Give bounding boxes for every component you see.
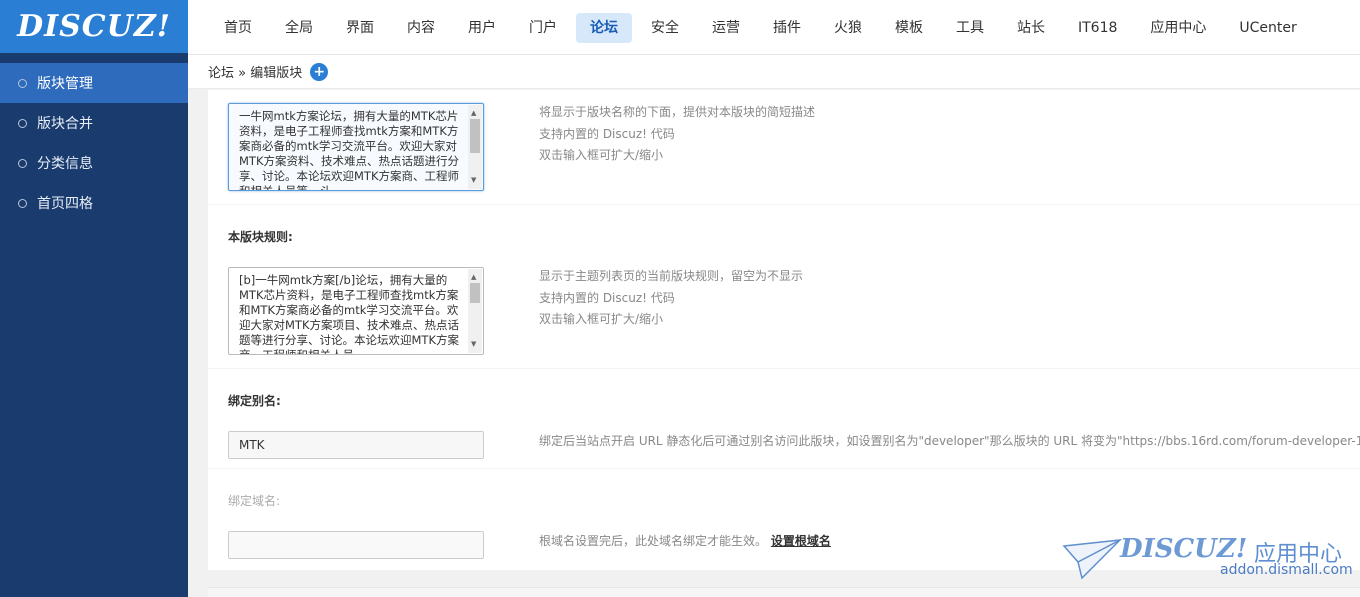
bottom-bar [208, 587, 1360, 597]
textarea-scrollbar[interactable]: ▲ ▼ [468, 269, 482, 353]
breadcrumb-text: 论坛 » 编辑版块 [208, 66, 303, 81]
divider [208, 204, 1360, 205]
nav-tab-portal[interactable]: 门户 [515, 13, 571, 43]
sidebar-item-forum-merge[interactable]: 版块合并 [0, 103, 188, 143]
nav-tab-app-center[interactable]: 应用中心 [1136, 13, 1220, 43]
circle-icon [18, 118, 27, 128]
alias-tip: 绑定后当站点开启 URL 静态化后可通过别名访问此版块，如设置别名为"devel… [539, 434, 1360, 448]
domain-tip: 根域名设置完后，此处域名绑定才能生效。 设置根域名 [539, 534, 831, 548]
nav-tab-it618[interactable]: IT618 [1064, 13, 1131, 43]
textarea-scrollbar[interactable]: ▲ ▼ [468, 105, 482, 189]
domain-input[interactable] [228, 531, 484, 559]
nav-tab-huolang[interactable]: 火狼 [820, 13, 876, 43]
sidebar-item-label: 版块管理 [37, 76, 93, 92]
edit-forum-form: 一牛网mtk方案论坛，拥有大量的MTK芯片资料，是电子工程师查找mtk方案和MT… [208, 90, 1360, 570]
watermark-url: addon.dismall.com [1220, 562, 1353, 578]
nav-tab-tools[interactable]: 工具 [942, 13, 998, 43]
rules-label: 本版块规则: [228, 230, 293, 244]
add-icon[interactable]: + [310, 62, 329, 81]
rules-textarea[interactable]: [b]一牛网mtk方案[/b]论坛，拥有大量的MTK芯片资料，是电子工程师查找m… [228, 267, 484, 355]
sidebar-item-label: 版块合并 [37, 116, 93, 132]
sidebar-nav: 版块管理 版块合并 分类信息 首页四格 [0, 63, 188, 223]
sidebar-item-forum-manage[interactable]: 版块管理 [0, 63, 188, 103]
scrollbar-thumb[interactable] [470, 283, 480, 303]
nav-tab-global[interactable]: 全局 [271, 13, 327, 43]
watermark-brand: DISCUZ! [1120, 534, 1248, 564]
nav-tab-extended[interactable]: 运营 [698, 13, 754, 43]
description-tips: 将显示于版块名称的下面，提供对本版块的简短描述 支持内置的 Discuz! 代码… [539, 105, 816, 162]
divider [208, 368, 1360, 369]
nav-tab-forum[interactable]: 论坛 [576, 12, 632, 43]
alias-input[interactable]: MTK [228, 431, 484, 459]
description-textarea[interactable]: 一牛网mtk方案论坛，拥有大量的MTK芯片资料，是电子工程师查找mtk方案和MT… [228, 103, 484, 191]
watermark: DISCUZ! 应用中心 addon.dismall.com [1062, 534, 1353, 584]
rules-tips: 显示于主题列表页的当前版块规则，留空为不显示 支持内置的 Discuz! 代码 … [539, 269, 804, 326]
sidebar-item-home-grid[interactable]: 首页四格 [0, 183, 188, 223]
scroll-down-icon[interactable]: ▼ [471, 337, 476, 352]
nav-tab-content[interactable]: 内容 [393, 13, 449, 43]
divider [208, 468, 1360, 469]
nav-tab-plugin[interactable]: 插件 [759, 13, 815, 43]
nav-tab-safe[interactable]: 安全 [637, 13, 693, 43]
circle-icon [18, 158, 27, 168]
domain-label: 绑定域名: [228, 494, 281, 508]
sidebar-item-label: 分类信息 [37, 156, 93, 172]
paper-plane-icon [1062, 539, 1122, 580]
circle-icon [18, 78, 27, 88]
alias-label: 绑定别名: [228, 394, 281, 408]
nav-tab-ucenter[interactable]: UCenter [1225, 13, 1310, 43]
scroll-down-icon[interactable]: ▼ [471, 173, 476, 188]
scrollbar-thumb[interactable] [470, 119, 480, 153]
nav-tab-template[interactable]: 模板 [881, 13, 937, 43]
nav-tab-user[interactable]: 用户 [454, 13, 510, 43]
nav-tab-style[interactable]: 界面 [332, 13, 388, 43]
nav-tab-founder[interactable]: 站长 [1003, 13, 1059, 43]
set-root-domain-link[interactable]: 设置根域名 [771, 534, 831, 548]
discuz-logo[interactable]: DISCUZ! [0, 0, 188, 53]
breadcrumb: 论坛 » 编辑版块 + [188, 55, 1360, 89]
sidebar: DISCUZ! 版块管理 版块合并 分类信息 首页四格 [0, 0, 188, 597]
circle-icon [18, 198, 27, 208]
nav-tab-home[interactable]: 首页 [210, 13, 266, 43]
top-nav: 首页 全局 界面 内容 用户 门户 论坛 安全 运营 插件 火狼 模板 工具 站… [188, 0, 1360, 55]
sidebar-item-label: 首页四格 [37, 196, 93, 212]
sidebar-item-thread-types[interactable]: 分类信息 [0, 143, 188, 183]
